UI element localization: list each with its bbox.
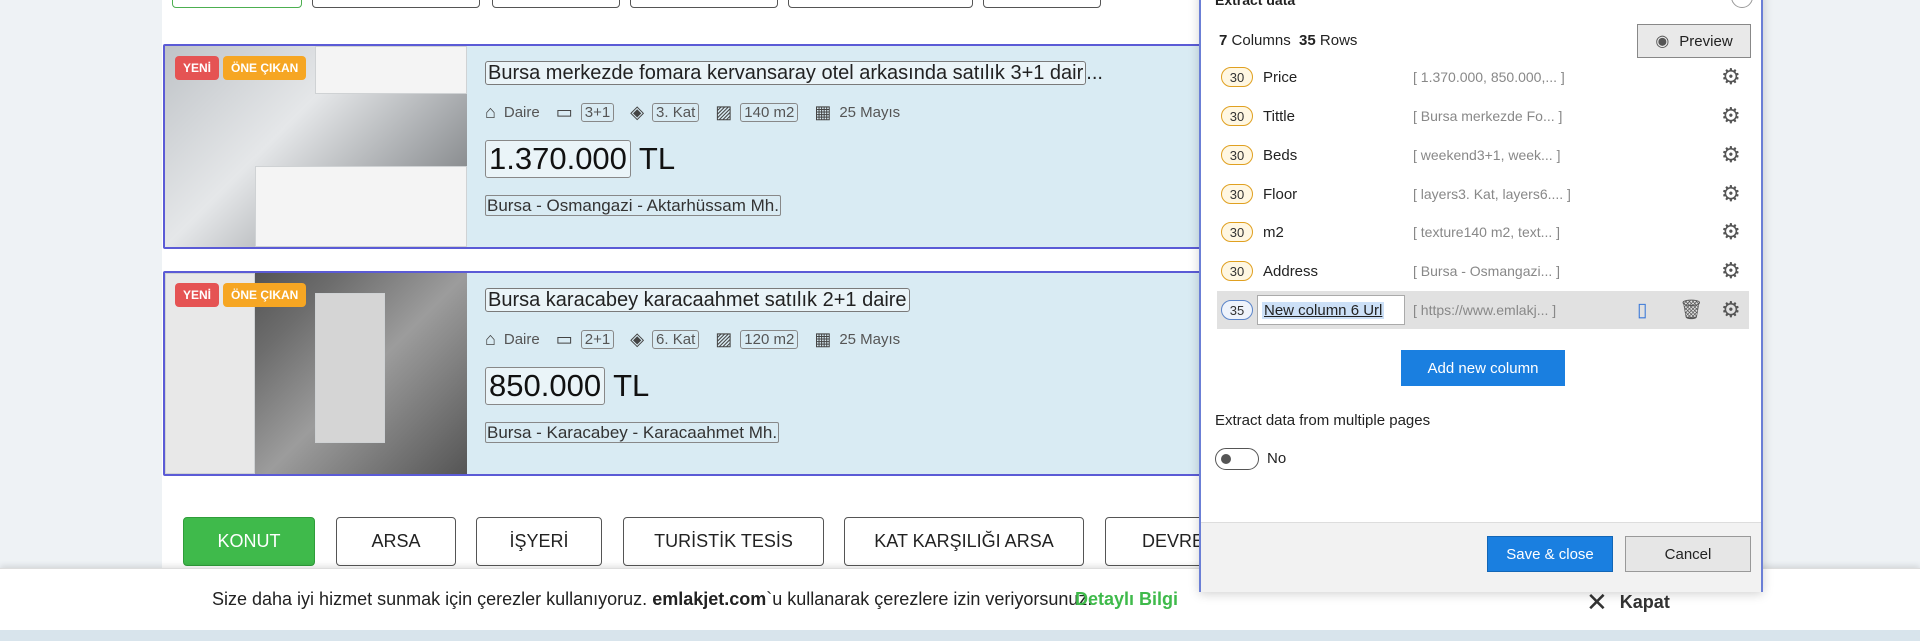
area: 140 m2 — [740, 103, 799, 122]
category-arsa[interactable]: ARSA — [336, 517, 456, 566]
badge-featured: ÖNE ÇIKAN — [223, 56, 307, 80]
listing-meta: ⌂ Daire ▭ 2+1 ◈ 6. Kat ▨ 120 m2 ▦ 25 Mayıs — [485, 329, 916, 350]
top-filter-button[interactable] — [492, 0, 620, 8]
listing-address: Bursa - Karacabey - Karacaahmet Mh. — [485, 422, 780, 443]
layers-icon: ◈ — [630, 102, 645, 122]
count-pill: 30 — [1221, 145, 1253, 165]
count-pill: 30 — [1221, 261, 1253, 281]
column-name: m2 — [1263, 223, 1284, 241]
multi-pages-value: No — [1267, 450, 1287, 467]
column-row-price[interactable]: 30 Price [ 1.370.000, 850.000,... ] ⚙ — [1217, 59, 1749, 95]
count-pill: 30 — [1221, 222, 1253, 242]
gear-icon[interactable]: ⚙ — [1721, 297, 1741, 323]
column-sample: [ weekend3+1, week... ] — [1413, 147, 1561, 163]
column-sample: [ Bursa merkezde Fo... ] — [1413, 108, 1563, 124]
eye-icon: ◉ — [1655, 33, 1670, 50]
column-name: Floor — [1263, 185, 1298, 203]
top-filter-button[interactable] — [630, 0, 778, 8]
cancel-button[interactable]: Cancel — [1625, 536, 1751, 572]
top-filter-button[interactable] — [788, 0, 973, 8]
column-sample: [ texture140 m2, text... ] — [1413, 224, 1561, 240]
badge-featured: ÖNE ÇIKAN — [223, 283, 307, 307]
badge-new: YENİ — [175, 56, 220, 80]
listing-title[interactable]: Bursa karacabey karacaahmet satılık 2+1 … — [485, 288, 910, 312]
top-filter-button[interactable] — [172, 0, 302, 8]
calendar-icon: ▦ — [814, 329, 832, 349]
listing-date: 25 Mayıs — [839, 331, 901, 348]
column-row-title[interactable]: 30 Tittle [ Bursa merkezde Fo... ] ⚙ — [1217, 98, 1749, 134]
texture-icon: ▨ — [715, 329, 733, 349]
column-row-floor[interactable]: 30 Floor [ layers3. Kat, layers6.... ] ⚙ — [1217, 176, 1749, 212]
listing-price: 850.000 TL — [485, 367, 649, 405]
column-row-url[interactable]: 35 New column 6 Url [ https://www.emlakj… — [1217, 291, 1749, 329]
gear-icon[interactable]: ⚙ — [1721, 219, 1741, 245]
column-sample: [ https://www.emlakj... ] — [1413, 302, 1557, 318]
gear-icon[interactable]: ⚙ — [1721, 64, 1741, 90]
column-sample: [ Bursa - Osmangazi... ] — [1413, 263, 1561, 279]
panel-help-button[interactable] — [1731, 0, 1753, 8]
extract-data-panel: Extract data 7 Columns 35 Rows ◉ Preview … — [1199, 0, 1763, 592]
sofa-icon: ▭ — [555, 102, 573, 122]
listing-title[interactable]: Bursa merkezde fomara kervansaray otel a… — [485, 61, 1103, 85]
add-new-column-button[interactable]: Add new column — [1401, 350, 1565, 386]
multi-pages-label: Extract data from multiple pages — [1215, 412, 1431, 429]
category-konut[interactable]: KONUT — [183, 517, 315, 566]
panel-counts: 7 Columns 35 Rows — [1219, 32, 1358, 49]
column-sample: [ layers3. Kat, layers6.... ] — [1413, 186, 1571, 202]
gear-icon[interactable]: ⚙ — [1721, 258, 1741, 284]
preview-button[interactable]: ◉ Preview — [1637, 24, 1751, 58]
sofa-icon: ▭ — [555, 329, 573, 349]
column-row-beds[interactable]: 30 Beds [ weekend3+1, week... ] ⚙ — [1217, 137, 1749, 173]
property-type: Daire — [503, 104, 540, 121]
trash-icon[interactable]: 🗑 — [1679, 298, 1703, 322]
column-name: Beds — [1263, 146, 1298, 164]
home-icon: ⌂ — [485, 329, 496, 349]
listing-meta: ⌂ Daire ▭ 3+1 ◈ 3. Kat ▨ 140 m2 ▦ 25 Mayıs — [485, 102, 916, 123]
count-pill: 30 — [1221, 67, 1253, 87]
gear-icon[interactable]: ⚙ — [1721, 142, 1741, 168]
toggle-knob — [1221, 454, 1231, 464]
column-name: Tittle — [1263, 107, 1295, 125]
category-turistik-tesis[interactable]: TURİSTİK TESİS — [623, 517, 824, 566]
panel-title: Extract data — [1215, 0, 1296, 8]
floor: 3. Kat — [652, 103, 700, 122]
listing-date: 25 Mayıs — [839, 104, 901, 121]
top-filter-button[interactable] — [312, 0, 480, 8]
column-sample: [ 1.370.000, 850.000,... ] — [1413, 69, 1565, 85]
cookie-message: Size daha iyi hizmet sunmak için çerezle… — [212, 589, 1093, 609]
rooms: 3+1 — [580, 103, 615, 122]
multi-pages-toggle[interactable] — [1215, 448, 1259, 470]
column-row-m2[interactable]: 30 m2 [ texture140 m2, text... ] ⚙ — [1217, 214, 1749, 250]
home-icon: ⌂ — [485, 102, 496, 122]
listing-price: 1.370.000 TL — [485, 140, 675, 178]
column-name-input[interactable]: New column 6 Url — [1257, 295, 1405, 325]
category-kat-karsiligi-arsa[interactable]: KAT KARŞILIĞI ARSA — [844, 517, 1084, 566]
save-close-button[interactable]: Save & close — [1487, 536, 1613, 572]
column-row-address[interactable]: 30 Address [ Bursa - Osmangazi... ] ⚙ — [1217, 253, 1749, 289]
listing-photo[interactable]: YENİ ÖNE ÇIKAN — [165, 273, 467, 474]
floor: 6. Kat — [652, 330, 700, 349]
count-pill: 30 — [1221, 106, 1253, 126]
listing-address: Bursa - Osmangazi - Aktarhüssam Mh. — [485, 195, 781, 216]
column-name: Address — [1263, 262, 1319, 280]
area: 120 m2 — [740, 330, 799, 349]
gear-icon[interactable]: ⚙ — [1721, 103, 1741, 129]
listing-photo[interactable]: YENİ ÖNE ÇIKAN — [165, 46, 467, 247]
bottom-strip — [0, 630, 1920, 641]
category-isyeri[interactable]: İŞYERİ — [476, 517, 602, 566]
top-filter-button[interactable] — [983, 0, 1101, 8]
texture-icon: ▨ — [715, 102, 733, 122]
rooms: 2+1 — [580, 330, 615, 349]
cookie-details-link[interactable]: Detaylı Bilgi — [1075, 589, 1178, 610]
column-name: Price — [1263, 68, 1298, 86]
gear-icon[interactable]: ⚙ — [1721, 181, 1741, 207]
badge-new: YENİ — [175, 283, 220, 307]
select-element-icon[interactable]: ▯ — [1637, 299, 1647, 322]
count-pill: 35 — [1221, 300, 1253, 320]
layers-icon: ◈ — [630, 329, 645, 349]
calendar-icon: ▦ — [814, 102, 832, 122]
property-type: Daire — [503, 331, 540, 348]
count-pill: 30 — [1221, 184, 1253, 204]
